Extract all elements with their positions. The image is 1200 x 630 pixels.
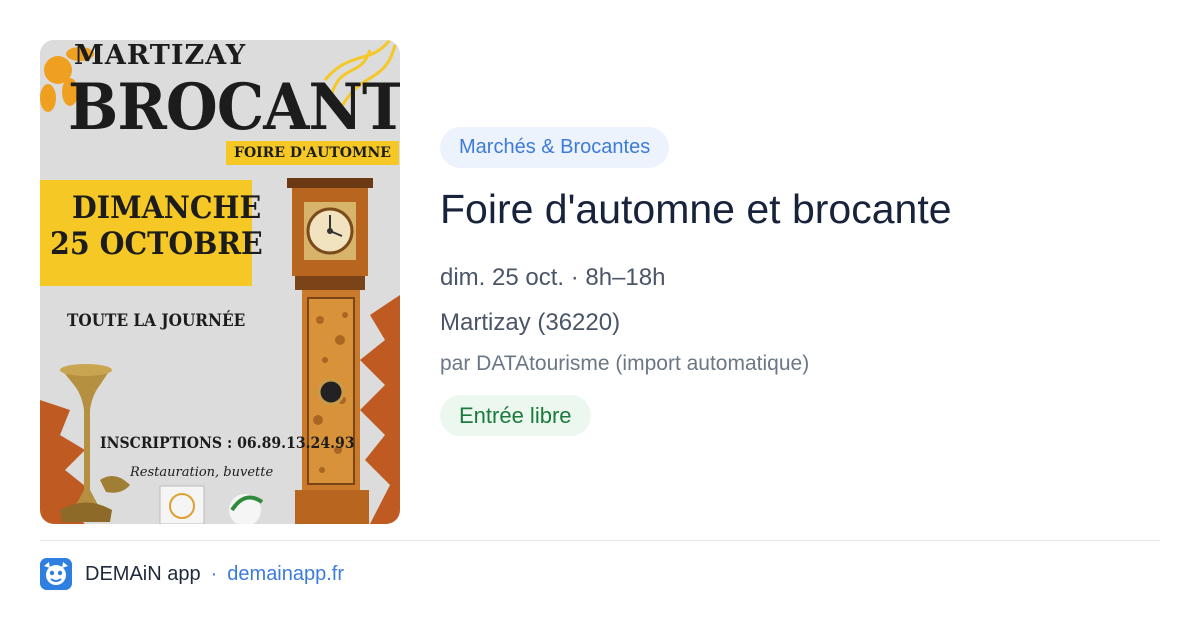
poster-registration: INSCRIPTIONS : 06.89.13.24.93: [100, 433, 355, 452]
footer-divider: [40, 540, 1160, 541]
poster-date: 25 OCTOBRE: [50, 226, 263, 262]
site-link[interactable]: demainapp.fr: [227, 563, 344, 586]
app-logo-icon: [40, 558, 72, 590]
event-poster-image[interactable]: MARTIZAY BROCANTE FOIRE D'AUTOMNE DIMANC…: [40, 40, 400, 524]
app-name: DEMAiN app: [85, 562, 201, 585]
poster-town: MARTIZAY: [74, 40, 247, 71]
footer: DEMAiN app · demainapp.fr: [40, 558, 344, 590]
event-source: par DATAtourisme (import automatique): [440, 352, 810, 375]
event-location: Martizay (36220): [440, 309, 621, 336]
poster-catering: Restauration, buvette: [130, 465, 274, 480]
footer-separator: ·: [210, 562, 218, 585]
category-badge[interactable]: Marchés & Brocantes: [440, 127, 670, 168]
event-title: Foire d'automne et brocante: [440, 186, 952, 232]
poster-schedule: TOUTE LA JOURNÉE: [67, 311, 246, 331]
price-badge: Entrée libre: [440, 395, 591, 436]
poster-subtitle: FOIRE D'AUTOMNE: [226, 141, 399, 165]
event-datetime: dim. 25 oct. · 8h–18h: [440, 264, 666, 291]
poster-day: DIMANCHE: [72, 190, 262, 226]
poster-headline: BROCANTE: [68, 70, 400, 145]
